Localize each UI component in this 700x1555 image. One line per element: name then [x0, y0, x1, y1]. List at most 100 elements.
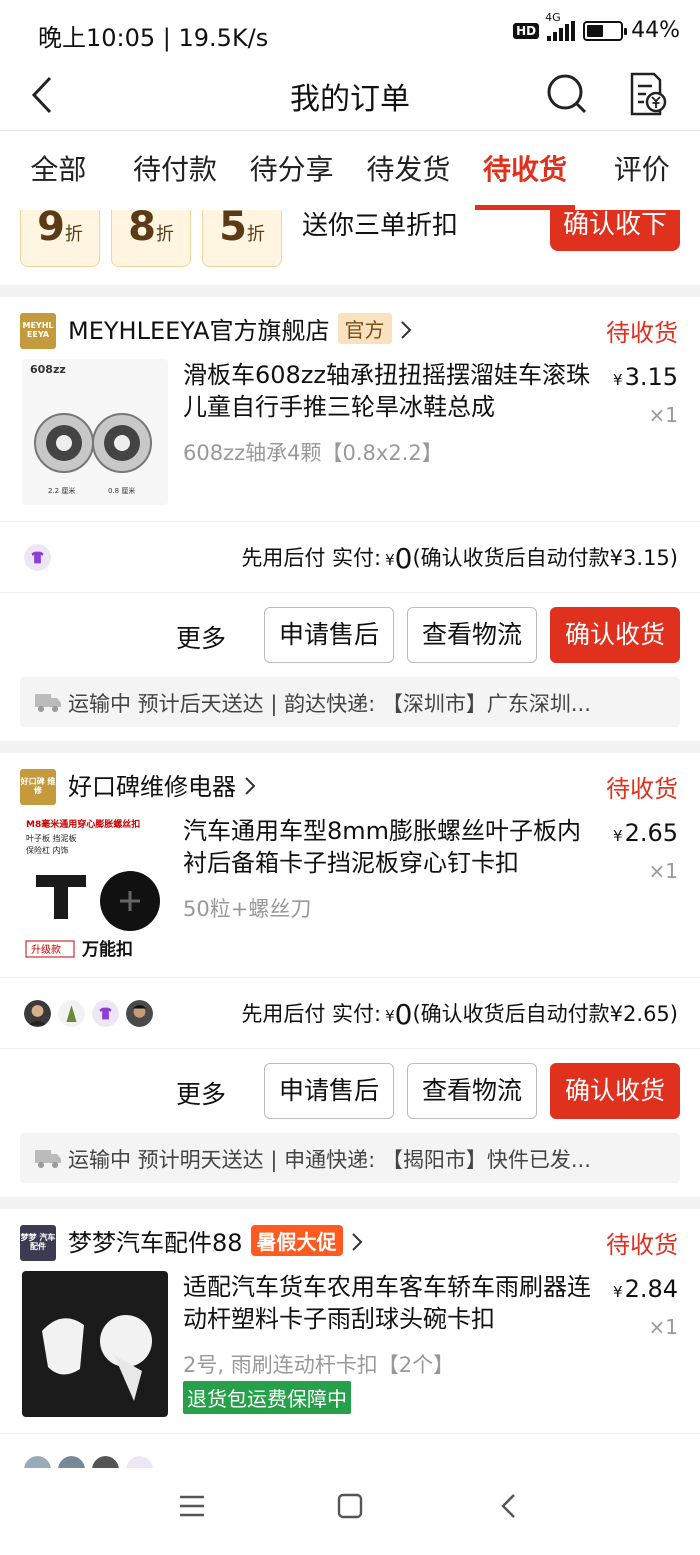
avatar [22, 542, 53, 573]
thumb-text: 608zz [30, 363, 66, 376]
track-shipment-button[interactable]: 查看物流 [407, 607, 537, 663]
order-item[interactable]: 608zz 2.2 厘米 0.8 厘米 滑板车608zz轴承扭扭摇摆溜娃车滚珠儿… [0, 359, 700, 521]
tab-all[interactable]: 全部 [0, 131, 117, 210]
promo-text: 送你三单折扣 [302, 211, 459, 241]
avatar [22, 1454, 53, 1468]
nav-bar: 我的订单 [0, 62, 700, 130]
shop-row[interactable]: 梦梦 汽车配件 梦梦汽车配件88 暑假大促 待收货 [0, 1209, 700, 1271]
chevron-right-icon [245, 777, 256, 795]
product-title[interactable]: 适配汽车货车农用车客车轿车雨刷器连动杆塑料卡子雨刮球头碗卡扣 [183, 1271, 593, 1335]
sale-tag: 暑假大促 [250, 1225, 343, 1256]
after-sales-button[interactable]: 申请售后 [264, 1063, 394, 1119]
battery-level [587, 24, 603, 37]
tab-pending-payment[interactable]: 待付款 [117, 131, 234, 210]
avatars [22, 998, 158, 1029]
payment-row: 先用后付 实付: ¥0(确认收货后自动付款¥2.65) [0, 977, 700, 1049]
order-status: 待收货 [606, 775, 678, 803]
more-button[interactable]: 更多 [176, 619, 226, 655]
coupon-9: 9折 [20, 210, 100, 267]
avatar [56, 1454, 87, 1468]
hd-badge: HD [513, 22, 540, 39]
status-icons: HD 4G 44% [513, 11, 680, 43]
product-spec: 50粒+螺丝刀 [183, 897, 312, 921]
battery-percent: 44% [631, 18, 680, 43]
menu-icon[interactable] [178, 1492, 206, 1520]
avatars [22, 1454, 158, 1468]
truck-icon [35, 694, 61, 712]
tab-pending-ship[interactable]: 待发货 [350, 131, 467, 210]
product-qty: ×1 [648, 859, 678, 883]
avatars [22, 542, 56, 573]
thumb-text: 升级款 [31, 943, 61, 956]
thumb-text: 0.8 厘米 [108, 486, 135, 495]
truck-icon [35, 1150, 61, 1168]
product-price: ¥3.15 [613, 363, 678, 391]
accept-discount-button[interactable]: 确认收下 [550, 210, 680, 251]
product-image[interactable]: 608zz 2.2 厘米 0.8 厘米 [22, 359, 168, 505]
product-title[interactable]: 汽车通用车型8mm膨胀螺丝叶子板内衬后备箱卡子挡泥板穿心钉卡扣 [183, 815, 593, 879]
return-guarantee-badge: 退货包运费保障中 [183, 1381, 351, 1414]
shop-name[interactable]: MEYHLEEYA官方旗舰店 官方 [68, 311, 412, 346]
order-list[interactable]: 9折 8折 5折 送你三单折扣 确认收下 MEYHL EEYA MEYHLEEY… [0, 210, 700, 1468]
product-title[interactable]: 滑板车608zz轴承扭扭摇摆溜娃车滚珠儿童自行手推三轮旱冰鞋总成 [183, 359, 593, 423]
network-type: 4G [545, 10, 561, 24]
more-button[interactable]: 更多 [176, 1075, 226, 1111]
avatar [124, 1454, 155, 1468]
order-card: 梦梦 汽车配件 梦梦汽车配件88 暑假大促 待收货 适配汽车货车农用车客车轿车雨刷… [0, 1209, 700, 1468]
track-shipment-button[interactable]: 查看物流 [407, 1063, 537, 1119]
thumb-text: 万能扣 [81, 939, 133, 960]
back-arrow-icon[interactable] [496, 1492, 524, 1520]
tab-review[interactable]: 评价 [583, 131, 700, 210]
payment-row: 先用后付 实付: ¥0(确认收货后自动付款¥3.15) [0, 521, 700, 593]
shop-row[interactable]: 好口碑 维修 好口碑维修电器 待收货 [0, 753, 700, 815]
order-actions: 更多 申请售后 查看物流 确认收货 [0, 1049, 700, 1133]
order-item[interactable]: 适配汽车货车农用车客车轿车雨刷器连动杆塑料卡子雨刮球头碗卡扣 2号, 雨刷连动杆… [0, 1271, 700, 1433]
confirm-receipt-button[interactable]: 确认收货 [550, 607, 680, 663]
signal-icon: 4G [545, 11, 576, 41]
home-icon[interactable] [336, 1492, 364, 1520]
shop-logo: 好口碑 维修 [20, 769, 56, 805]
avatar [22, 998, 53, 1029]
order-status: 待收货 [606, 319, 678, 347]
tab-pending-share[interactable]: 待分享 [233, 131, 350, 210]
avatar [56, 998, 87, 1029]
tab-pending-receive[interactable]: 待收货 [467, 131, 584, 210]
page-title: 我的订单 [290, 82, 410, 117]
search-icon[interactable] [540, 68, 592, 120]
coupon-8: 8折 [111, 210, 191, 267]
chevron-right-icon [351, 1233, 362, 1251]
shop-row[interactable]: MEYHL EEYA MEYHLEEYA官方旗舰店 官方 待收货 [0, 297, 700, 359]
order-actions: 更多 申请售后 查看物流 确认收货 [0, 593, 700, 677]
system-nav-bar [0, 1468, 700, 1555]
payment-row [0, 1433, 700, 1468]
product-qty: ×1 [648, 403, 678, 427]
order-card: 好口碑 维修 好口碑维修电器 待收货 M8毫米通用穿心膨胀螺丝扣 叶子板 挡泥板… [0, 753, 700, 1197]
product-qty: ×1 [648, 1315, 678, 1339]
logistics-bar[interactable]: 运输中 预计后天送达 | 韵达快递: 【深圳市】广东深圳... [20, 677, 680, 727]
status-time: 晚上10:05 | 19.5K/s [38, 24, 269, 52]
payment-text: 先用后付 实付: ¥0(确认收货后自动付款¥3.15) [241, 542, 678, 575]
product-spec: 608zz轴承4颗【0.8x2.2】 [183, 441, 443, 465]
coupon-5: 5折 [202, 210, 282, 267]
avatar [90, 998, 121, 1029]
shop-name[interactable]: 好口碑维修电器 [68, 767, 256, 802]
thumb-text: M8毫米通用穿心膨胀螺丝扣 [26, 818, 140, 830]
battery-icon [583, 20, 628, 41]
product-image[interactable] [22, 1271, 168, 1417]
order-tabs: 全部 待付款 待分享 待发货 待收货 评价 [0, 130, 700, 210]
product-price: ¥2.84 [613, 1275, 678, 1303]
shop-name[interactable]: 梦梦汽车配件88 暑假大促 [68, 1223, 363, 1258]
after-sales-button[interactable]: 申请售后 [264, 607, 394, 663]
order-card: MEYHL EEYA MEYHLEEYA官方旗舰店 官方 待收货 608zz 2.… [0, 297, 700, 741]
confirm-receipt-button[interactable]: 确认收货 [550, 1063, 680, 1119]
order-item[interactable]: M8毫米通用穿心膨胀螺丝扣 叶子板 挡泥板 保险杠 内饰 升级款 万能扣 汽车通… [0, 815, 700, 977]
chevron-right-icon [400, 321, 411, 339]
logistics-text: 运输中 预计明天送达 | 申通快递: 【揭阳市】快件已发... [68, 1148, 591, 1172]
product-image[interactable]: M8毫米通用穿心膨胀螺丝扣 叶子板 挡泥板 保险杠 内饰 升级款 万能扣 [22, 815, 168, 961]
logistics-bar[interactable]: 运输中 预计明天送达 | 申通快递: 【揭阳市】快件已发... [20, 1133, 680, 1183]
avatar [90, 1454, 121, 1468]
status-bar: 晚上10:05 | 19.5K/s HD 4G 44% [0, 0, 700, 62]
bill-icon[interactable] [620, 68, 672, 120]
shop-logo: 梦梦 汽车配件 [20, 1225, 56, 1261]
thumb-text: 保险杠 内饰 [26, 845, 69, 855]
